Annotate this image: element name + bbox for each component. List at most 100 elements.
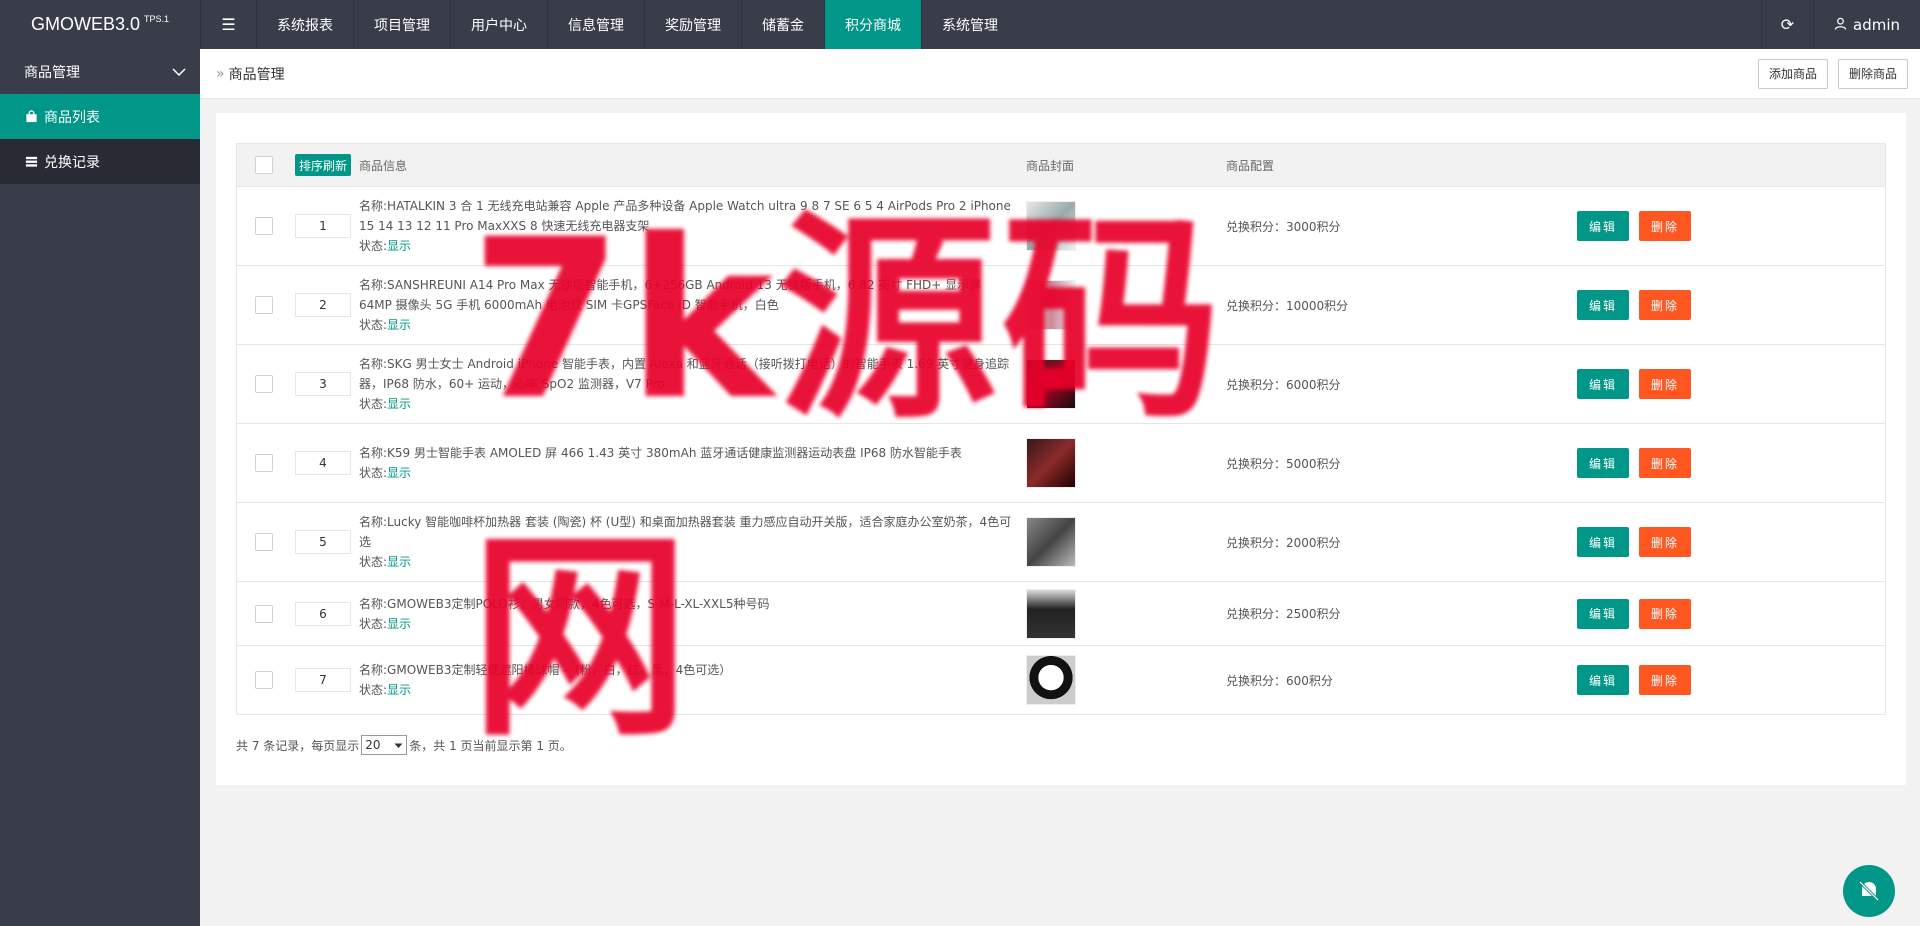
edit-button[interactable]: 编辑 — [1577, 665, 1630, 695]
nav-item-points-mall[interactable]: 积分商城 — [824, 0, 921, 49]
header-cover: 商品封面 — [1026, 158, 1075, 173]
sort-input[interactable]: 5 — [295, 530, 351, 554]
product-name: 名称:HATALKIN 3 合 1 无线充电站兼容 Apple 产品多种设备 A… — [359, 199, 1011, 233]
product-status: 状态:显示 — [359, 397, 412, 411]
product-name: 名称:Lucky 智能咖啡杯加热器 套装 (陶瓷) 杯 (U型) 和桌面加热器套… — [359, 515, 1012, 549]
product-config: 兑换积分：2000积分 — [1226, 535, 1341, 550]
sidebar-item-product-list[interactable]: 商品列表 — [0, 94, 200, 139]
edit-button[interactable]: 编辑 — [1577, 290, 1630, 320]
list-icon — [24, 155, 38, 169]
sidebar-item-label: 兑换记录 — [44, 154, 100, 171]
sidebar: 商品管理 商品列表 兑换记录 — [0, 49, 200, 926]
sort-input[interactable]: 1 — [295, 214, 351, 238]
product-cover[interactable] — [1026, 359, 1076, 409]
breadcrumb: » 商品管理 添加商品 删除商品 — [200, 49, 1920, 99]
select-all-checkbox[interactable] — [255, 156, 273, 174]
sort-input[interactable]: 4 — [295, 451, 351, 475]
chevron-down-icon — [394, 738, 403, 752]
sidebar-group-products[interactable]: 商品管理 — [0, 49, 200, 94]
sort-input[interactable]: 7 — [295, 668, 351, 692]
product-config: 兑换积分：600积分 — [1226, 673, 1333, 688]
user-menu[interactable]: admin — [1813, 0, 1920, 49]
product-cover[interactable] — [1026, 588, 1076, 639]
product-cover[interactable] — [1026, 201, 1076, 251]
edit-button[interactable]: 编辑 — [1577, 598, 1630, 629]
table-row: 3 名称:SKG 男士女士 Android iPhone 智能手表，内置 Ale… — [237, 345, 1885, 424]
row-checkbox[interactable] — [255, 533, 273, 551]
table-row: 5 名称:Lucky 智能咖啡杯加热器 套装 (陶瓷) 杯 (U型) 和桌面加热… — [237, 503, 1885, 582]
top-header: GMOWEB3.0 TPS.1 ☰ 系统报表 项目管理 用户中心 信息管理 奖励… — [0, 0, 1920, 49]
logo-version: TPS.1 — [144, 13, 170, 24]
notification-off-icon[interactable] — [1843, 865, 1895, 917]
row-checkbox[interactable] — [255, 296, 273, 314]
user-name: admin — [1853, 15, 1900, 34]
product-table: 排序刷新 商品信息 商品封面 商品配置 1 名称:HATALKIN 3 合 1 … — [236, 143, 1886, 715]
pager-page-info: 条，共 1 页当前显示第 1 页。 — [409, 738, 572, 753]
nav-item-savings[interactable]: 储蓄金 — [741, 0, 824, 49]
double-chevron-right-icon: » — [216, 65, 225, 82]
row-checkbox[interactable] — [255, 454, 273, 472]
page-size-value: 20 — [365, 738, 381, 752]
nav-item-system[interactable]: 系统管理 — [921, 0, 1018, 49]
table-row: 4 名称:K59 男士智能手表 AMOLED 屏 466 1.43 英寸 380… — [237, 424, 1885, 503]
page-size-select[interactable]: 20 — [361, 735, 408, 755]
delete-button[interactable]: 删除 — [1639, 369, 1692, 399]
top-nav: 系统报表 项目管理 用户中心 信息管理 奖励管理 储蓄金 积分商城 系统管理 — [256, 0, 1018, 49]
delete-button[interactable]: 删除 — [1639, 448, 1692, 478]
nav-item-reports[interactable]: 系统报表 — [256, 0, 353, 49]
product-name: 名称:GMOWEB3定制轻便遮阳棒球帽 -（粉，白，红，黑，4色可选） — [359, 663, 732, 677]
product-config: 兑换积分：3000积分 — [1226, 219, 1341, 234]
user-icon — [1834, 16, 1847, 34]
sort-input[interactable]: 3 — [295, 372, 351, 396]
topbar-right: ⟳ admin — [1761, 0, 1920, 49]
product-status: 状态:显示 — [359, 239, 412, 253]
sidebar-item-label: 商品列表 — [44, 109, 100, 126]
delete-button[interactable]: 删除 — [1639, 598, 1692, 629]
edit-button[interactable]: 编辑 — [1577, 527, 1630, 557]
product-cover[interactable] — [1026, 280, 1076, 330]
row-checkbox[interactable] — [255, 217, 273, 235]
pager-summary: 共 7 条记录，每页显示 — [236, 738, 360, 753]
logo-text: GMOWEB3.0 — [30, 14, 140, 34]
row-checkbox[interactable] — [255, 375, 273, 393]
table-row: 1 名称:HATALKIN 3 合 1 无线充电站兼容 Apple 产品多种设备… — [237, 187, 1885, 266]
breadcrumb-actions: 添加商品 删除商品 — [1757, 58, 1908, 89]
nav-item-info[interactable]: 信息管理 — [547, 0, 644, 49]
delete-button[interactable]: 删除 — [1639, 290, 1692, 320]
add-product-button[interactable]: 添加商品 — [1757, 58, 1828, 89]
delete-button[interactable]: 删除 — [1639, 527, 1692, 557]
refresh-icon[interactable]: ⟳ — [1761, 0, 1813, 49]
product-status: 状态:显示 — [359, 683, 412, 697]
sort-input[interactable]: 2 — [295, 293, 351, 317]
nav-item-users[interactable]: 用户中心 — [450, 0, 547, 49]
product-cover[interactable] — [1026, 655, 1076, 705]
menu-icon[interactable]: ☰ — [200, 0, 256, 49]
sidebar-item-exchange-records[interactable]: 兑换记录 — [0, 139, 200, 184]
product-cover[interactable] — [1026, 517, 1076, 567]
product-status: 状态:显示 — [359, 318, 412, 332]
table-row: 2 名称:SANSHREUNI A14 Pro Max 无锁版智能手机，6+25… — [237, 266, 1885, 345]
row-checkbox[interactable] — [255, 671, 273, 689]
sort-refresh-button[interactable]: 排序刷新 — [295, 154, 352, 176]
product-config: 兑换积分：2500积分 — [1226, 607, 1341, 621]
pagination: 共 7 条记录，每页显示 20 条，共 1 页当前显示第 1 页。 — [236, 735, 572, 755]
table-row: 6 名称:GMOWEB3定制POLO衫，男女同款，4色可选，S-M-L-XL-X… — [237, 582, 1885, 646]
logo[interactable]: GMOWEB3.0 TPS.1 — [0, 0, 200, 49]
nav-item-projects[interactable]: 项目管理 — [353, 0, 450, 49]
product-config: 兑换积分：5000积分 — [1226, 456, 1341, 471]
delete-button[interactable]: 删除 — [1639, 665, 1692, 695]
delete-product-button[interactable]: 删除商品 — [1837, 58, 1908, 89]
nav-item-rewards[interactable]: 奖励管理 — [644, 0, 741, 49]
product-status: 状态:显示 — [359, 616, 412, 631]
edit-button[interactable]: 编辑 — [1577, 448, 1630, 478]
product-name: 名称:K59 男士智能手表 AMOLED 屏 466 1.43 英寸 380mA… — [359, 446, 962, 460]
row-checkbox[interactable] — [255, 604, 273, 623]
delete-button[interactable]: 删除 — [1639, 211, 1692, 241]
edit-button[interactable]: 编辑 — [1577, 369, 1630, 399]
edit-button[interactable]: 编辑 — [1577, 211, 1630, 241]
sort-input[interactable]: 6 — [295, 601, 351, 626]
breadcrumb-current: 商品管理 — [228, 66, 285, 83]
product-name: 名称:SKG 男士女士 Android iPhone 智能手表，内置 Alexa… — [359, 357, 1010, 391]
table-header: 排序刷新 商品信息 商品封面 商品配置 — [237, 144, 1885, 187]
product-cover[interactable] — [1026, 438, 1076, 488]
